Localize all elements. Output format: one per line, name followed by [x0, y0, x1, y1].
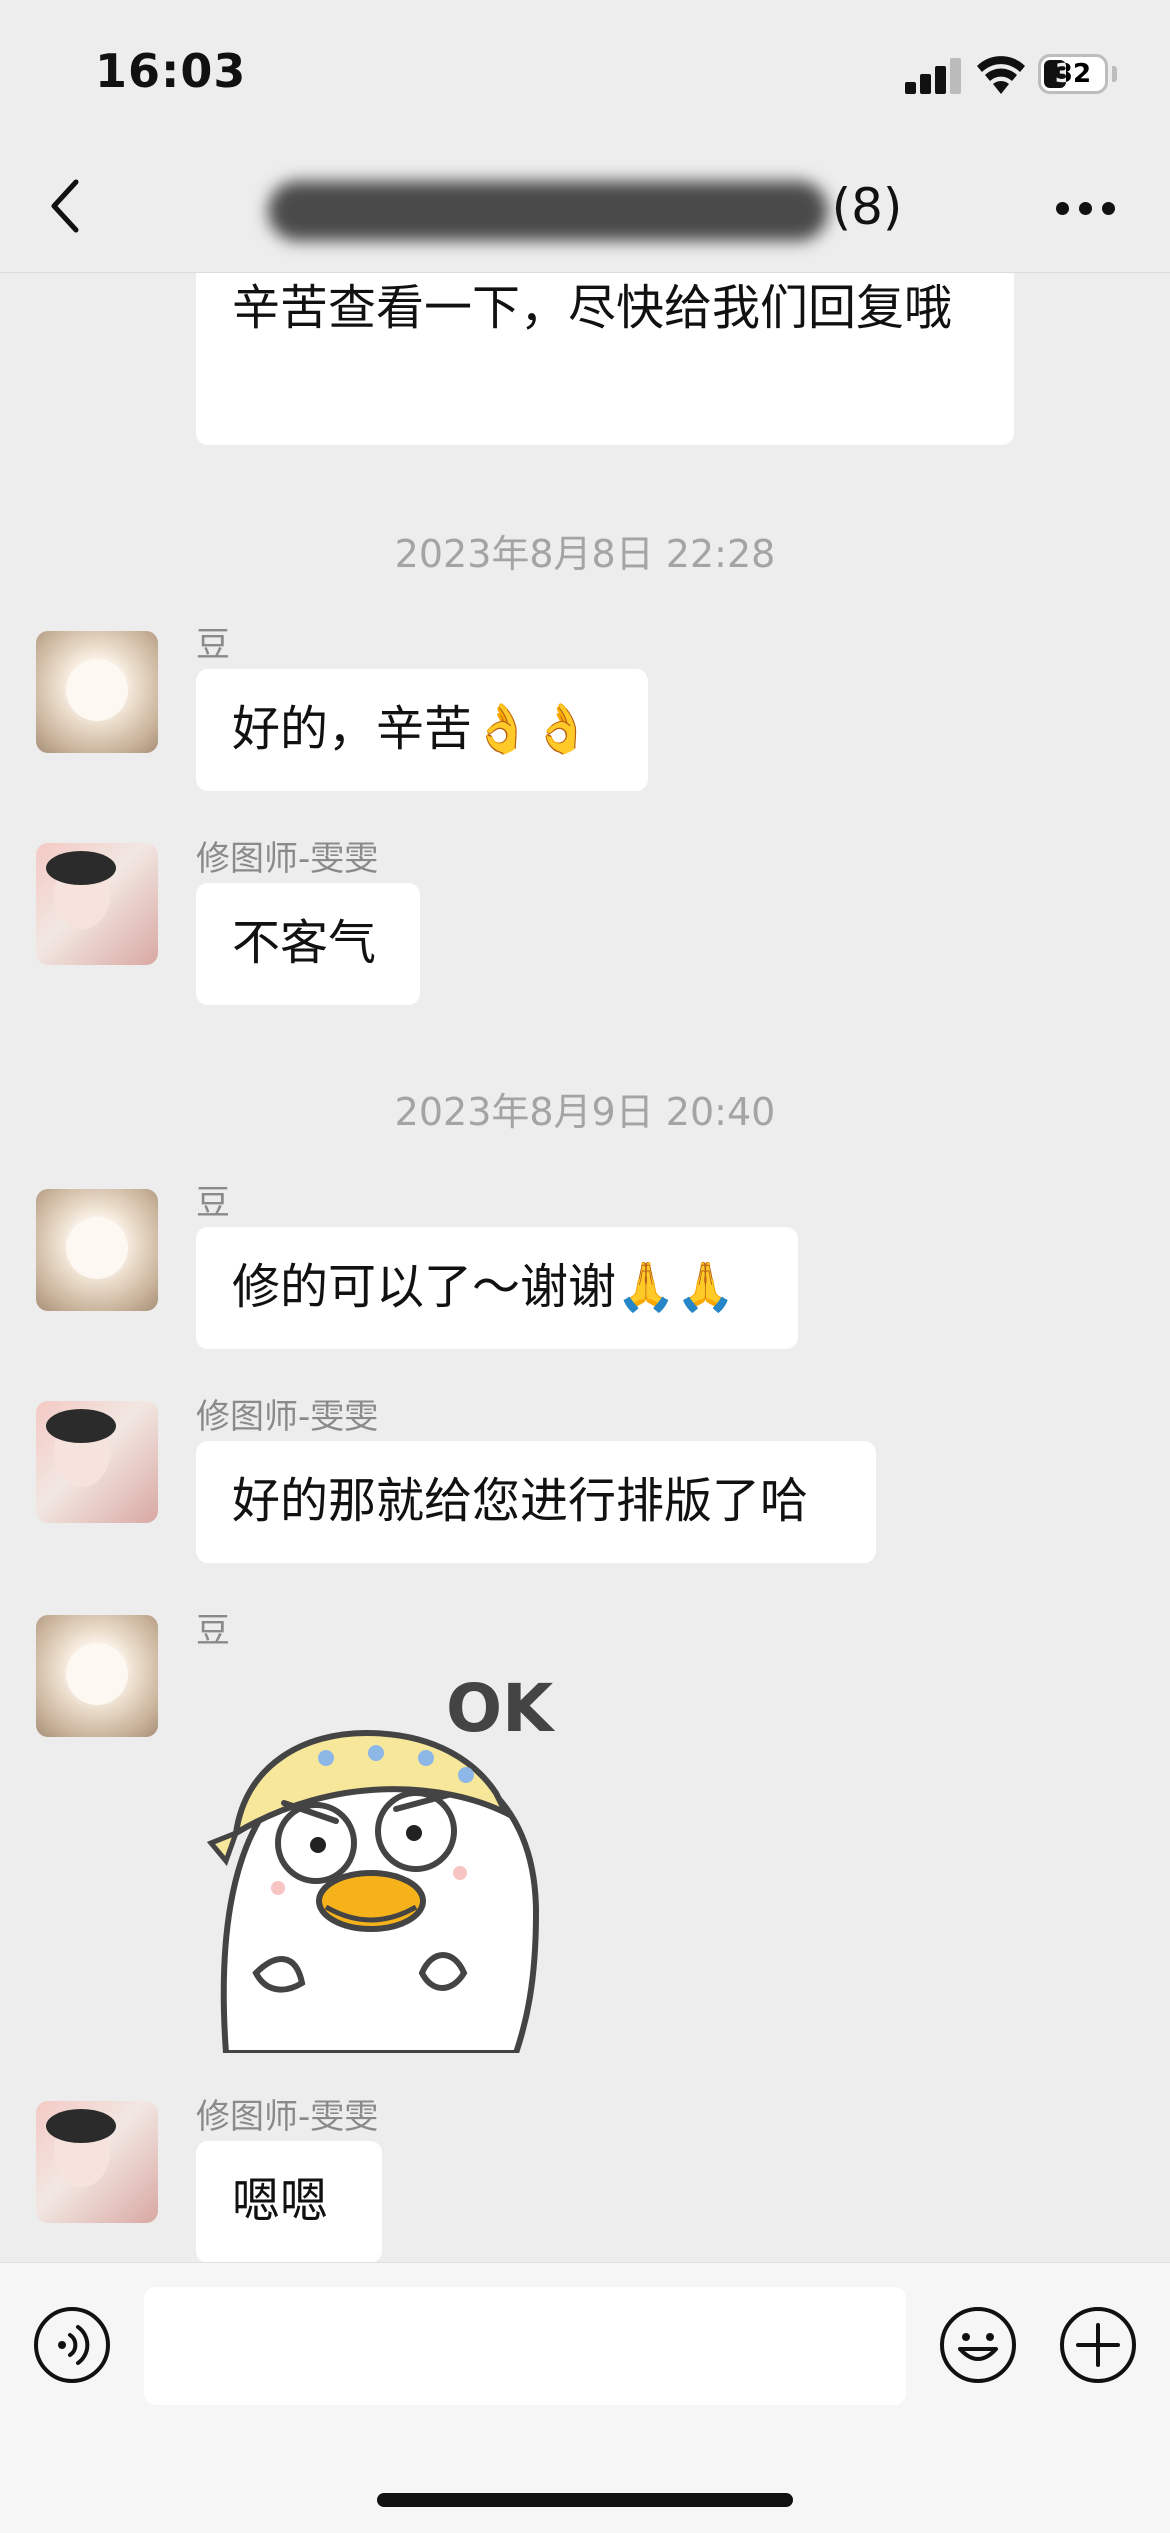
message-bubble[interactable]: 好的，辛苦👌👌 — [196, 669, 648, 791]
message-bubble[interactable]: 修的可以了～谢谢🙏🙏 — [196, 1227, 798, 1349]
chat-title: (8) — [0, 178, 1170, 241]
timestamp: 2023年8月9日 20:40 — [394, 1090, 776, 1134]
emoji-icon[interactable] — [938, 2305, 1018, 2385]
message-text: 嗯嗯 — [232, 2173, 329, 2229]
sender-name: 修图师-雯雯 — [196, 2097, 379, 2137]
sender-name: 豆 — [196, 625, 230, 665]
message-bubble[interactable]: 嗯嗯 — [196, 2141, 382, 2263]
status-bar: 16:03 32 — [0, 0, 1170, 140]
sender-name: 豆 — [196, 1611, 230, 1651]
sticker-text: OK — [446, 1670, 556, 1747]
message-text: 修的可以了～谢谢🙏🙏 — [232, 1259, 736, 1315]
battery-tip — [1112, 66, 1117, 82]
more-dots-icon[interactable] — [1056, 202, 1116, 218]
cellular-signal-icon — [905, 56, 965, 94]
avatar[interactable] — [36, 843, 158, 965]
sender-name: 修图师-雯雯 — [196, 1397, 379, 1437]
status-time: 16:03 — [95, 44, 247, 98]
message-bubble[interactable]: 辛苦查看一下，尽快给我们回复哦 — [196, 273, 1014, 445]
message-text: 辛苦查看一下，尽快给我们回复哦 — [232, 280, 953, 336]
home-indicator[interactable] — [377, 2493, 793, 2507]
avatar[interactable] — [36, 1615, 158, 1737]
message-text: 好的，辛苦👌👌 — [232, 701, 592, 757]
member-count: (8) — [831, 178, 903, 236]
timestamp: 2023年8月8日 22:28 — [394, 532, 776, 576]
avatar[interactable] — [36, 1401, 158, 1523]
redacted-title — [267, 180, 828, 241]
avatar[interactable] — [36, 2101, 158, 2223]
message-bubble[interactable]: 不客气 — [196, 883, 420, 1005]
message-list[interactable]: 辛苦查看一下，尽快给我们回复哦 2023年8月8日 22:28 豆 好的，辛苦👌… — [0, 273, 1170, 2263]
voice-icon[interactable] — [32, 2305, 112, 2385]
message-text: 好的那就给您进行排版了哈 — [232, 1473, 809, 1529]
message-bubble[interactable]: 好的那就给您进行排版了哈 — [196, 1441, 876, 1563]
message-input[interactable] — [144, 2287, 906, 2405]
battery-level: 32 — [1054, 59, 1092, 89]
sender-name: 修图师-雯雯 — [196, 839, 379, 879]
wifi-icon — [977, 56, 1025, 94]
sender-name: 豆 — [196, 1183, 230, 1223]
avatar[interactable] — [36, 631, 158, 753]
duck-ok-sticker[interactable]: OK — [206, 1663, 586, 2053]
battery-icon: 32 — [1038, 54, 1108, 94]
avatar[interactable] — [36, 1189, 158, 1311]
plus-icon[interactable] — [1058, 2305, 1138, 2385]
chat-header: (8) — [0, 140, 1170, 273]
message-text: 不客气 — [232, 915, 377, 971]
